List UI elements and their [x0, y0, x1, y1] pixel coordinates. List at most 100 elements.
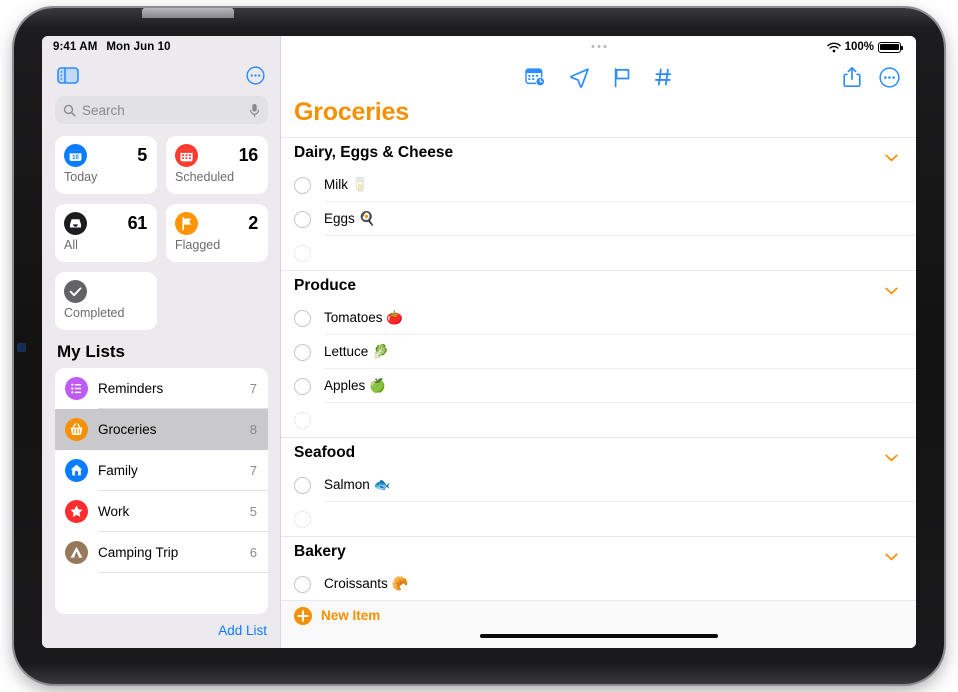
sidebar-item-label: Family — [98, 463, 138, 478]
toolbar-center-group — [524, 67, 673, 88]
new-item-placeholder-row[interactable] — [281, 403, 916, 437]
item-label: Apples 🍏 — [324, 378, 386, 393]
item-checkbox[interactable] — [294, 411, 311, 429]
add-list-button[interactable]: Add List — [218, 623, 267, 638]
new-item-placeholder-row[interactable] — [281, 502, 916, 536]
smart-list-flagged[interactable]: 2 Flagged — [166, 204, 268, 262]
status-time: 9:41 AM — [53, 41, 98, 53]
sidebar-item-family[interactable]: Family 7 — [55, 450, 268, 491]
tray-icon — [64, 212, 87, 235]
more-circle-icon[interactable] — [246, 65, 265, 85]
basket-icon — [65, 418, 88, 441]
battery-percent-label: 100% — [844, 41, 874, 53]
item-checkbox[interactable] — [294, 244, 311, 262]
smart-lists-grid: 10 5 Today 16 Scheduled 61 All 2 Flagged… — [42, 124, 281, 330]
tent-icon — [65, 541, 88, 564]
new-item-button[interactable]: New Item — [281, 600, 916, 630]
search-container: Search — [42, 92, 281, 124]
sidebar-item-count: 8 — [249, 422, 257, 437]
toolbar-right-group — [843, 66, 900, 88]
item-label: Salmon 🐟 — [324, 477, 391, 492]
wifi-icon — [826, 42, 841, 53]
sidebar-item-partial[interactable] — [55, 573, 268, 614]
smart-list-completed[interactable]: Completed — [55, 272, 157, 330]
list-bullet-icon — [65, 377, 88, 400]
section-title: Produce — [294, 277, 357, 294]
house-icon — [65, 459, 88, 482]
sidebar-item-camping-trip[interactable]: Camping Trip 6 — [55, 532, 268, 573]
list-item[interactable]: Milk 🥛 — [281, 168, 916, 202]
calendar-clock-icon[interactable] — [524, 67, 546, 87]
item-checkbox[interactable] — [294, 176, 311, 194]
list-item[interactable]: Eggs 🍳 — [281, 202, 916, 236]
checkmark-icon — [64, 280, 87, 303]
chevron-down-icon[interactable] — [885, 282, 898, 295]
page-title: Groceries — [294, 98, 409, 126]
smart-list-all[interactable]: 61 All — [55, 204, 157, 262]
sidebar-item-count: 6 — [249, 545, 257, 560]
window-grabber-icon[interactable] — [591, 45, 606, 48]
chevron-down-icon[interactable] — [885, 548, 898, 561]
sidebar-item-work[interactable]: Work 5 — [55, 491, 268, 532]
item-checkbox[interactable] — [294, 377, 311, 395]
flag-icon[interactable] — [613, 67, 631, 88]
decorative-marker — [17, 343, 26, 352]
chevron-down-icon[interactable] — [885, 149, 898, 162]
smart-list-scheduled[interactable]: 16 Scheduled — [166, 136, 268, 194]
smart-list-label: Flagged — [175, 238, 221, 252]
my-lists-container: Reminders 7 Groceries 8 Family 7 Work 5 … — [55, 368, 268, 614]
sidebar-item-groceries[interactable]: Groceries 8 — [55, 409, 268, 450]
smart-list-count: 5 — [137, 145, 147, 165]
list-item[interactable]: Croissants 🥐 — [281, 567, 916, 600]
my-lists-heading: My Lists — [57, 342, 126, 361]
smart-list-count: 2 — [248, 213, 258, 233]
sidebar-item-count: 7 — [249, 463, 257, 478]
hashtag-icon[interactable] — [654, 67, 673, 87]
section-header-bakery[interactable]: Bakery — [281, 536, 916, 567]
list-item[interactable]: Salmon 🐟 — [281, 468, 916, 502]
calendar-today-icon: 10 — [64, 144, 87, 167]
smart-list-label: Completed — [64, 306, 125, 320]
section-header-produce[interactable]: Produce — [281, 270, 916, 301]
home-indicator[interactable] — [479, 634, 718, 638]
section-title: Bakery — [294, 543, 346, 560]
sidebar-item-label: Groceries — [98, 422, 157, 437]
sidebar-item-label: Reminders — [98, 381, 164, 396]
list-item[interactable]: Apples 🍏 — [281, 369, 916, 403]
search-input[interactable]: Search — [55, 96, 268, 124]
items-scroll-area[interactable]: Dairy, Eggs & Cheese Milk 🥛 Eggs 🍳 Produ… — [281, 137, 916, 600]
list-item[interactable]: Tomatoes 🍅 — [281, 301, 916, 335]
new-item-placeholder-row[interactable] — [281, 236, 916, 270]
item-label: Lettuce 🥬 — [324, 344, 389, 359]
smart-list-label: Today — [64, 170, 98, 184]
item-checkbox[interactable] — [294, 210, 311, 228]
section-header-seafood[interactable]: Seafood — [281, 437, 916, 468]
sidebar-toggle-icon[interactable] — [57, 66, 79, 84]
main-content: 100% Groceries Dairy, Eggs & Cheese Milk… — [281, 36, 916, 648]
sidebar-item-label: Work — [98, 504, 130, 519]
section-header-dairy[interactable]: Dairy, Eggs & Cheese — [281, 137, 916, 168]
item-checkbox[interactable] — [294, 309, 311, 327]
item-label: Milk 🥛 — [324, 177, 369, 192]
microphone-icon[interactable] — [249, 103, 260, 118]
item-label: Tomatoes 🍅 — [324, 310, 404, 325]
item-label: Croissants 🥐 — [324, 576, 409, 591]
item-checkbox[interactable] — [294, 510, 311, 528]
sidebar-item-reminders[interactable]: Reminders 7 — [55, 368, 268, 409]
more-circle-icon[interactable] — [879, 66, 900, 88]
share-icon[interactable] — [843, 66, 861, 88]
item-checkbox[interactable] — [294, 575, 311, 593]
star-icon — [65, 500, 88, 523]
calendar-icon — [175, 144, 198, 167]
item-checkbox[interactable] — [294, 343, 311, 361]
location-arrow-icon[interactable] — [569, 67, 590, 88]
smart-list-label: All — [64, 238, 78, 252]
item-checkbox[interactable] — [294, 476, 311, 494]
item-label: Eggs 🍳 — [324, 211, 376, 226]
svg-text:10: 10 — [72, 154, 79, 161]
plus-circle-icon — [294, 606, 312, 625]
chevron-down-icon[interactable] — [885, 449, 898, 462]
list-item[interactable]: Lettuce 🥬 — [281, 335, 916, 369]
main-toolbar — [281, 58, 916, 96]
smart-list-today[interactable]: 10 5 Today — [55, 136, 157, 194]
